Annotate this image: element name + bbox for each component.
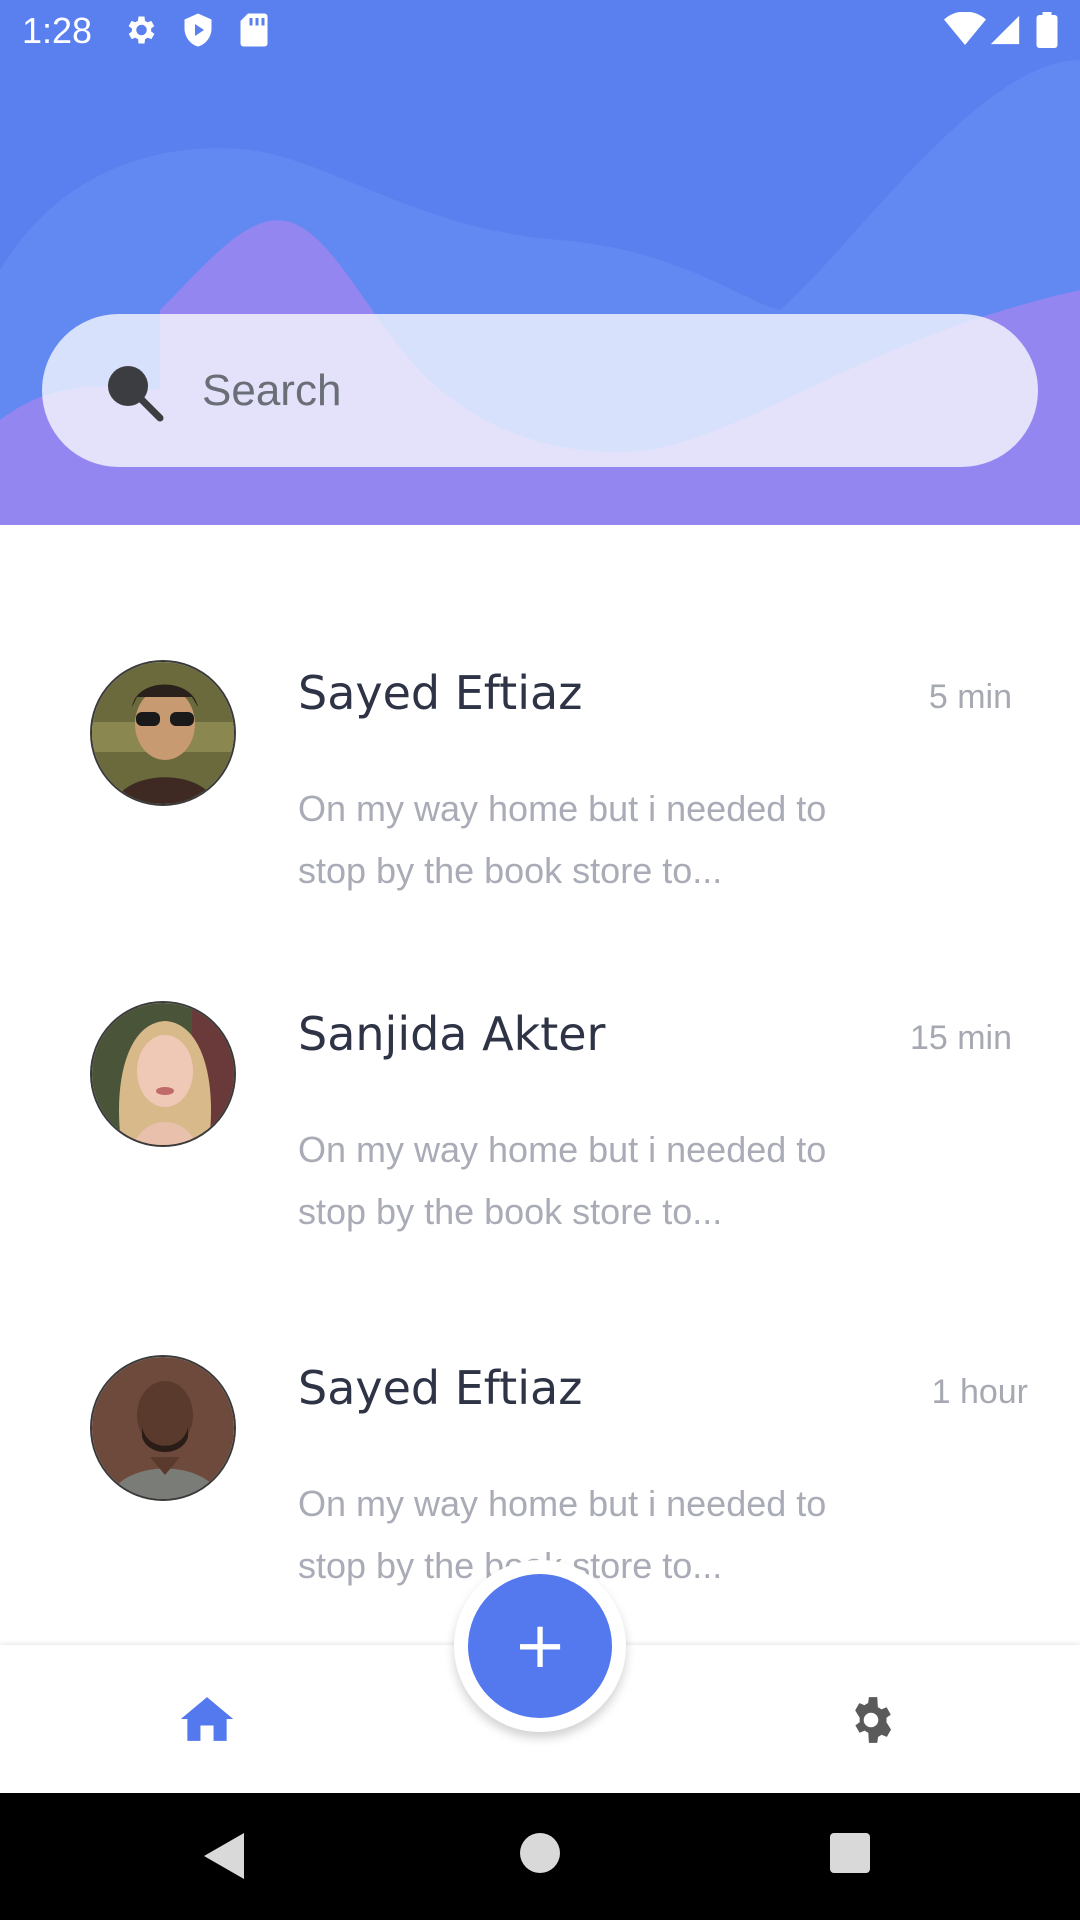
avatar-image: [92, 662, 234, 804]
conversation-item[interactable]: Sayed Eftiaz 5 min On my way home but i …: [0, 660, 1080, 980]
signal-icon: [990, 15, 1020, 45]
home-icon[interactable]: [180, 1695, 234, 1743]
status-time: 1:28: [22, 10, 93, 51]
contact-name: Sayed Eftiaz: [298, 666, 583, 720]
avatar[interactable]: [90, 1355, 236, 1501]
avatar[interactable]: [90, 660, 236, 806]
message-preview: On my way home but i needed to stop by t…: [298, 1129, 827, 1232]
contact-name: Sayed Eftiaz: [298, 1361, 583, 1415]
search-input[interactable]: [200, 352, 984, 430]
sd-card-icon: [240, 13, 268, 47]
conversation-item[interactable]: Sanjida Akter 15 min On my way home but …: [0, 1001, 1080, 1321]
status-bar: 1:28: [0, 0, 1080, 62]
message-time: 1 hour: [931, 1373, 1028, 1411]
wifi-icon: [944, 12, 986, 45]
settings-icon[interactable]: [846, 1695, 896, 1745]
system-navigation-bar: [0, 1793, 1080, 1920]
message-time: 15 min: [909, 1019, 1012, 1057]
header: 1:28: [0, 0, 1080, 525]
avatar[interactable]: [90, 1001, 236, 1147]
gear-icon: [128, 16, 155, 44]
battery-icon: [1036, 12, 1058, 48]
new-conversation-button[interactable]: +: [468, 1574, 612, 1718]
contact-name: Sanjida Akter: [298, 1007, 606, 1061]
message-time: 5 min: [928, 678, 1012, 716]
shield-play-icon: [184, 13, 212, 47]
search-icon[interactable]: [104, 362, 164, 422]
conversation-list: Sayed Eftiaz 5 min On my way home but i …: [0, 525, 1080, 1645]
search-bar[interactable]: [42, 314, 1038, 467]
avatar-image: [92, 1357, 234, 1499]
message-preview: On my way home but i needed to stop by t…: [298, 788, 827, 891]
back-icon[interactable]: [204, 1833, 244, 1879]
recents-icon[interactable]: [830, 1833, 870, 1873]
home-circle-icon[interactable]: [520, 1833, 560, 1873]
avatar-image: [92, 1003, 234, 1145]
